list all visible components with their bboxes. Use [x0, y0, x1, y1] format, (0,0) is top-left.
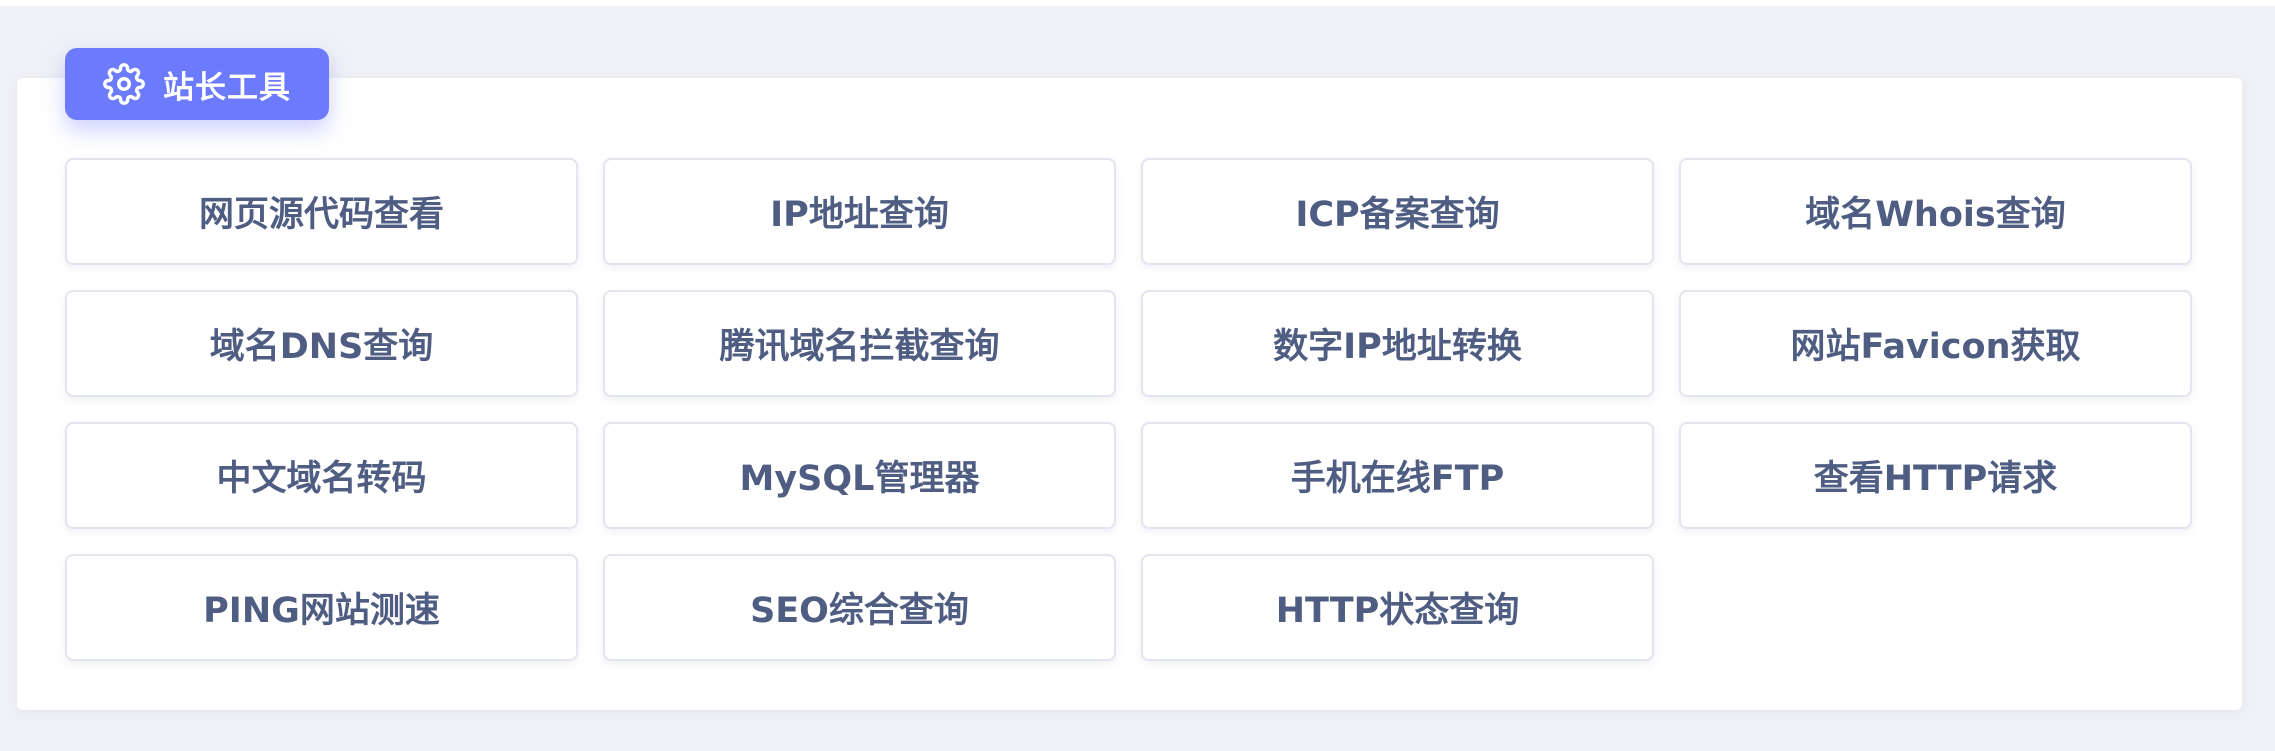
- top-band: [0, 0, 2275, 6]
- tools-grid: 网页源代码查看 IP地址查询 ICP备案查询 域名Whois查询 域名DNS查询…: [65, 158, 2192, 661]
- tool-ip-lookup[interactable]: IP地址查询: [603, 158, 1116, 265]
- section-title: 站长工具: [163, 69, 291, 106]
- section-header-badge: 站长工具: [65, 48, 329, 120]
- tool-tencent-block-check[interactable]: 腾讯域名拦截查询: [603, 290, 1116, 397]
- tool-view-page-source[interactable]: 网页源代码查看: [65, 158, 578, 265]
- tool-punycode-convert[interactable]: 中文域名转码: [65, 422, 578, 529]
- tool-ping-speed-test[interactable]: PING网站测速: [65, 554, 578, 661]
- tool-whois-lookup[interactable]: 域名Whois查询: [1679, 158, 2192, 265]
- tool-seo-lookup[interactable]: SEO综合查询: [603, 554, 1116, 661]
- tool-dns-lookup[interactable]: 域名DNS查询: [65, 290, 578, 397]
- tool-mobile-ftp[interactable]: 手机在线FTP: [1141, 422, 1654, 529]
- gear-icon: [103, 63, 145, 105]
- tool-http-status-lookup[interactable]: HTTP状态查询: [1141, 554, 1654, 661]
- tool-numeric-ip-convert[interactable]: 数字IP地址转换: [1141, 290, 1654, 397]
- tool-icp-lookup[interactable]: ICP备案查询: [1141, 158, 1654, 265]
- tool-favicon-fetch[interactable]: 网站Favicon获取: [1679, 290, 2192, 397]
- tool-http-request-view[interactable]: 查看HTTP请求: [1679, 422, 2192, 529]
- tool-mysql-manager[interactable]: MySQL管理器: [603, 422, 1116, 529]
